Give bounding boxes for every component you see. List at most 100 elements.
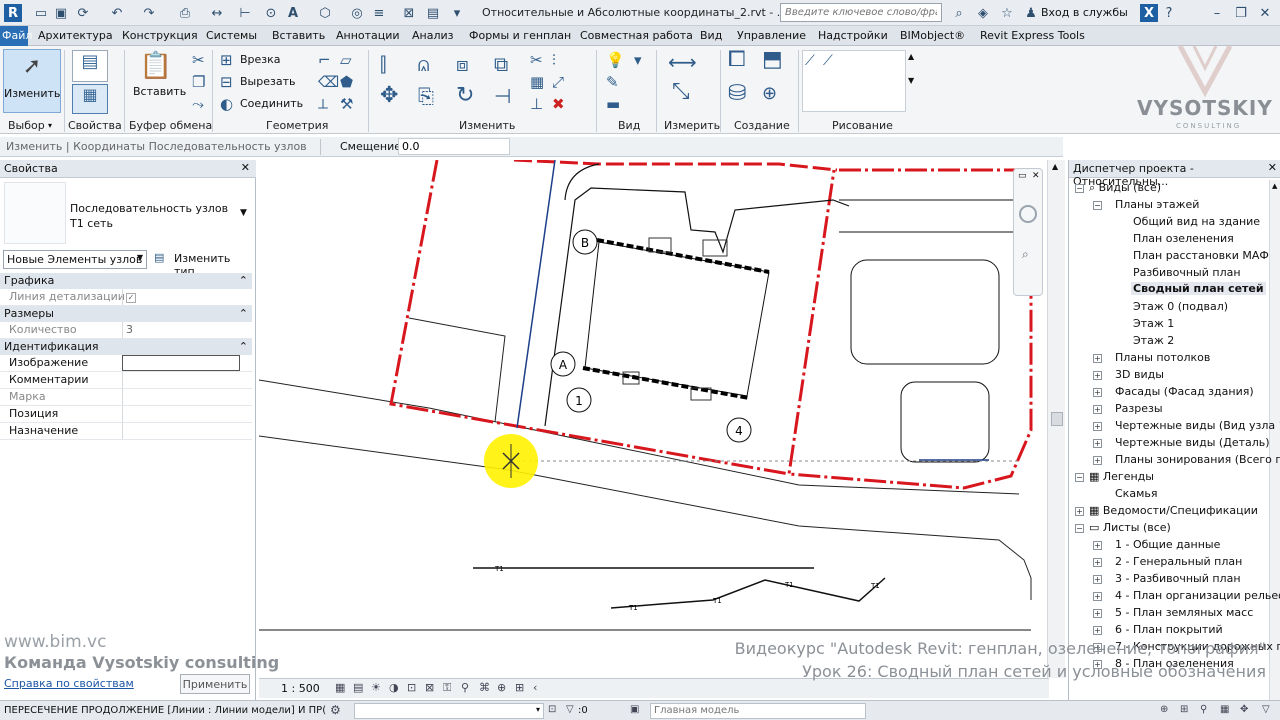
detail-level-icon[interactable]: ▦ — [335, 681, 345, 694]
select-links-icon[interactable]: ⊕ — [1160, 704, 1168, 715]
browser-scrollbar[interactable]: ▲ — [1269, 180, 1280, 700]
properties-button[interactable]: ▤ — [72, 50, 108, 82]
tree-ceiling-plans[interactable]: Планы потолков — [1115, 351, 1210, 364]
site-plan-drawing[interactable]: B A 1 4 T1 T1 T1 T1 T1 — [259, 160, 1065, 678]
toggle-expand-icon[interactable]: + — [1093, 439, 1102, 448]
align-icon[interactable]: ⫿ — [380, 54, 386, 74]
tab-view[interactable]: Вид — [700, 29, 722, 42]
close-browser-icon[interactable]: ✕ — [1268, 161, 1277, 174]
tab-structure[interactable]: Конструкция — [122, 29, 198, 42]
temp-hide-icon[interactable]: ⚲ — [461, 681, 469, 694]
drawing-area[interactable]: B A 1 4 T1 T1 T1 T1 T1 ▭ ✕ ⌕ ▲ — [259, 160, 1065, 678]
array-icon[interactable]: ▦ — [530, 74, 544, 90]
tab-annotate[interactable]: Аннотации — [336, 29, 400, 42]
line-draw-icon[interactable]: ⟋ — [805, 53, 815, 69]
tree-sheet-2[interactable]: 2 - Генеральный план — [1115, 555, 1242, 568]
zoom-icon[interactable]: ⌕ — [1022, 247, 1029, 262]
toggle-expand-icon[interactable]: + — [1093, 456, 1102, 465]
mirror-axis-icon[interactable]: ⧈ — [456, 54, 469, 74]
split-icon[interactable]: ✂ — [530, 52, 543, 68]
prop-row-comments[interactable]: Комментарии — [0, 372, 252, 389]
binoculars-icon[interactable]: ⌕ — [950, 4, 968, 22]
measure-distance-icon[interactable]: ⟷ — [668, 52, 697, 72]
parking-area[interactable] — [850, 259, 1000, 365]
select-pinned-icon[interactable]: ⚲ — [1200, 704, 1207, 715]
text-icon[interactable]: A — [284, 4, 302, 22]
aligned-dimension-icon[interactable]: ⤡ — [672, 81, 690, 103]
property-boundary[interactable] — [513, 160, 838, 172]
design-options-icon[interactable]: ▣ — [630, 704, 639, 715]
paste-button[interactable]: 📋 Вставить — [132, 50, 186, 114]
tab-collaborate[interactable]: Совместная работа — [580, 29, 693, 42]
visual-style-icon[interactable]: ▤ — [353, 681, 363, 694]
vertical-scrollbar[interactable]: ▲ — [1047, 160, 1065, 678]
constraints-icon[interactable]: ‹ — [533, 681, 537, 694]
restore-icon[interactable]: ❐ — [1232, 4, 1250, 22]
tree-sheet-6[interactable]: 6 - План покрытий — [1115, 623, 1223, 636]
tab-file[interactable]: Файл — [0, 26, 32, 46]
offset-input[interactable] — [398, 138, 510, 155]
tab-addins[interactable]: Надстройки — [818, 29, 888, 42]
exchange-apps-icon[interactable]: X — [1140, 4, 1158, 22]
demolish-icon[interactable]: ⌫ — [318, 74, 339, 90]
save-icon[interactable]: ▣ — [52, 4, 70, 22]
join-button[interactable]: Соединить — [240, 97, 303, 110]
tab-analyze[interactable]: Анализ — [412, 29, 454, 42]
pick-line-icon[interactable]: ⟋ — [823, 53, 833, 69]
gallery-scroll-up-icon[interactable]: ▲ — [908, 52, 914, 61]
prop-value-input[interactable] — [122, 406, 240, 422]
toggle-expand-icon[interactable]: + — [1093, 388, 1102, 397]
tree-sheet-3[interactable]: 3 - Разбивочный план — [1115, 572, 1241, 585]
mirror-draw-icon[interactable]: ⧉ — [494, 54, 508, 74]
delete-icon[interactable]: ✖ — [552, 96, 565, 112]
customize-qa-icon[interactable]: ▾ — [448, 4, 466, 22]
section-dimensions[interactable]: Размеры ⌃ — [0, 306, 252, 322]
create-similar-icon[interactable]: ⊕ — [762, 85, 777, 103]
tab-bimobject[interactable]: BIMobject® — [900, 29, 965, 42]
pipe-line-t1[interactable] — [610, 577, 886, 609]
checkbox-checked-icon[interactable]: ✓ — [126, 293, 136, 303]
toggle-expand-icon[interactable]: + — [1093, 626, 1102, 635]
toggle-expand-icon[interactable]: + — [1093, 575, 1102, 584]
type-selector-dropdown-icon[interactable]: ▼ — [240, 208, 247, 218]
toggle-expand-icon[interactable]: + — [1093, 592, 1102, 601]
toggle-collapse-icon[interactable]: − — [1075, 524, 1084, 533]
filter-icon[interactable]: ▽ — [566, 704, 574, 715]
draw-gallery[interactable]: ⟋ ⟋ — [802, 50, 906, 112]
split-face-icon[interactable]: ▱ — [340, 52, 352, 68]
toggle-expand-icon[interactable]: + — [1093, 541, 1102, 550]
switch-windows-icon[interactable]: ▤ — [424, 4, 442, 22]
tree-bench[interactable]: Скамья — [1115, 487, 1157, 500]
tree-fp-maf[interactable]: План расстановки МАФ — [1133, 249, 1269, 262]
tree-fp-level2[interactable]: Этаж 2 — [1133, 334, 1174, 347]
copy-icon[interactable]: ❐ — [192, 74, 205, 90]
parking-area[interactable] — [900, 381, 990, 463]
user-icon[interactable]: ♟ — [1022, 4, 1040, 22]
tab-architecture[interactable]: Архитектура — [38, 29, 113, 42]
tree-3d-views[interactable]: 3D виды — [1115, 368, 1164, 381]
steering-wheel-icon[interactable] — [1019, 205, 1037, 223]
section-identity[interactable]: Идентификация ⌃ — [0, 339, 252, 355]
revit-app-icon[interactable]: R — [4, 4, 22, 22]
create-group-icon[interactable]: ⛁ — [728, 83, 746, 105]
toggle-collapse-icon[interactable]: − — [1093, 201, 1102, 210]
type-selector[interactable]: Последовательность узлов T1 сеть ▼ — [0, 182, 252, 244]
rotate-icon[interactable]: ↻ — [456, 85, 474, 107]
nav-minimize-icon[interactable]: ▭ — [1018, 171, 1027, 181]
close-icon[interactable]: ✕ — [1256, 4, 1274, 22]
tree-legends[interactable]: ▦ Легенды — [1089, 470, 1154, 483]
search-input[interactable] — [780, 3, 942, 22]
pin-icon[interactable]: ⊥ — [530, 96, 543, 112]
tree-floor-plans[interactable]: Планы этажей — [1115, 198, 1199, 211]
toggle-expand-icon[interactable]: + — [1093, 558, 1102, 567]
tree-elevations[interactable]: Фасады (Фасад здания) — [1115, 385, 1254, 398]
building-stair[interactable] — [702, 239, 728, 257]
analytical-icon[interactable]: ⊕ — [497, 681, 506, 694]
apply-button[interactable]: Применить — [180, 674, 250, 694]
tree-sheets[interactable]: ▭ Листы (все) — [1089, 521, 1171, 534]
wall-joins-icon[interactable]: ⌐ — [318, 52, 331, 68]
toggle-expand-icon[interactable]: + — [1093, 371, 1102, 380]
gallery-scroll-down-icon[interactable]: ▼ — [908, 76, 914, 85]
network-line-blue[interactable] — [516, 160, 556, 429]
scroll-up-icon[interactable]: ▲ — [1272, 182, 1277, 190]
